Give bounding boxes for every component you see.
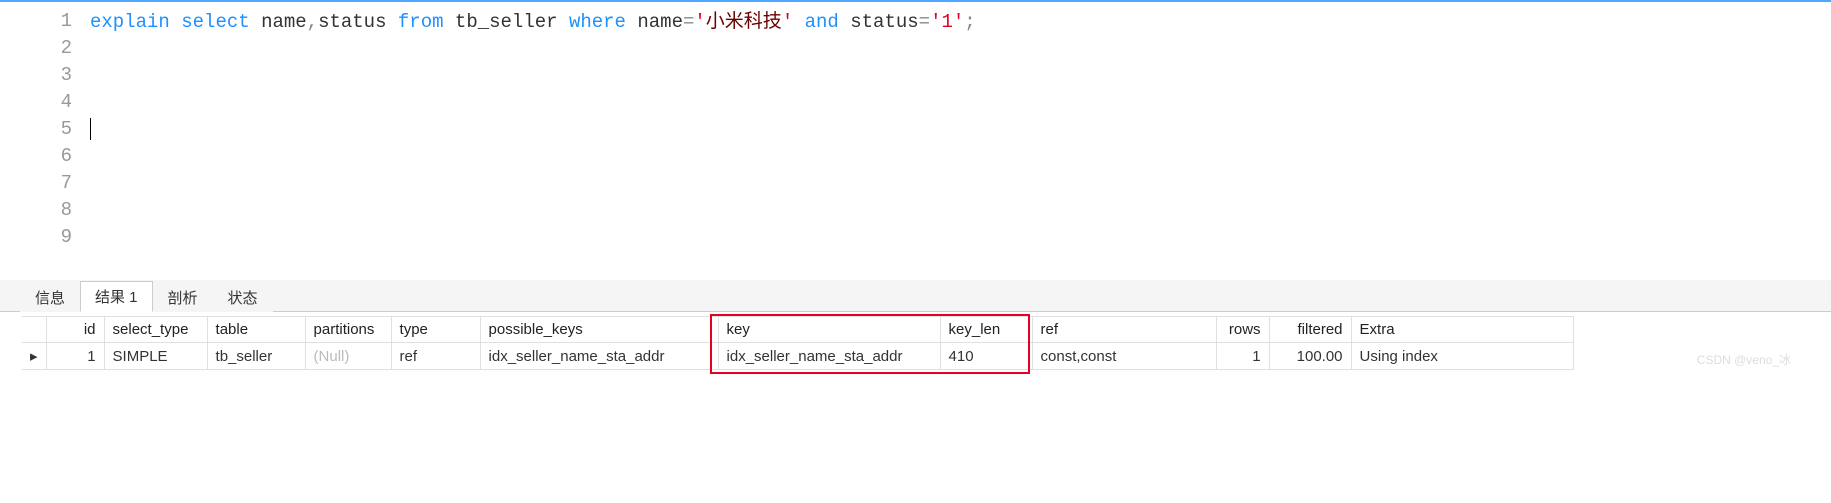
cell-rows[interactable]: 1 bbox=[1216, 343, 1269, 370]
line-number: 2 bbox=[0, 35, 90, 62]
col-ref[interactable]: ref bbox=[1032, 317, 1216, 343]
cell-select-type[interactable]: SIMPLE bbox=[104, 343, 207, 370]
tab-result-1[interactable]: 结果 1 bbox=[80, 281, 153, 312]
col-filtered[interactable]: filtered bbox=[1269, 317, 1351, 343]
tab-info[interactable]: 信息 bbox=[20, 282, 80, 312]
col-key-len[interactable]: key_len bbox=[940, 317, 1032, 343]
line-number: 6 bbox=[0, 143, 90, 170]
code-line-6[interactable]: 6 bbox=[0, 143, 1831, 170]
kw-where: where bbox=[569, 11, 626, 33]
table-row[interactable]: ▸ 1 SIMPLE tb_seller (Null) ref idx_sell… bbox=[22, 343, 1573, 370]
results-grid[interactable]: id select_type table partitions type pos… bbox=[0, 312, 1831, 370]
ident-status: status bbox=[318, 11, 386, 33]
col-select-type[interactable]: select_type bbox=[104, 317, 207, 343]
col-partitions[interactable]: partitions bbox=[305, 317, 391, 343]
result-tabs: 信息 结果 1 剖析 状态 bbox=[0, 280, 1831, 312]
cell-extra[interactable]: Using index bbox=[1351, 343, 1573, 370]
col-id[interactable]: id bbox=[46, 317, 104, 343]
col-type[interactable]: type bbox=[391, 317, 480, 343]
code-line-5[interactable]: 5 bbox=[0, 116, 1831, 143]
tab-profile[interactable]: 剖析 bbox=[153, 282, 213, 312]
string-literal: 1 bbox=[941, 11, 952, 33]
line-number: 1 bbox=[0, 8, 90, 35]
code-line-8[interactable]: 8 bbox=[0, 197, 1831, 224]
cell-key[interactable]: idx_seller_name_sta_addr bbox=[718, 343, 940, 370]
ident-name: name bbox=[261, 11, 307, 33]
code-line-2[interactable]: 2 bbox=[0, 35, 1831, 62]
table-header-row: id select_type table partitions type pos… bbox=[22, 317, 1573, 343]
cell-table[interactable]: tb_seller bbox=[207, 343, 305, 370]
line-number: 4 bbox=[0, 89, 90, 116]
row-marker-header bbox=[22, 317, 46, 343]
line-number: 3 bbox=[0, 62, 90, 89]
col-possible-keys[interactable]: possible_keys bbox=[480, 317, 718, 343]
cell-key-len[interactable]: 410 bbox=[940, 343, 1032, 370]
cell-ref[interactable]: const,const bbox=[1032, 343, 1216, 370]
col-table[interactable]: table bbox=[207, 317, 305, 343]
code-line-3[interactable]: 3 bbox=[0, 62, 1831, 89]
kw-explain: explain bbox=[90, 11, 170, 33]
tab-status[interactable]: 状态 bbox=[213, 282, 273, 312]
cell-filtered[interactable]: 100.00 bbox=[1269, 343, 1351, 370]
string-literal: 小米科技 bbox=[706, 11, 782, 32]
col-key[interactable]: key bbox=[718, 317, 940, 343]
code-line-9[interactable]: 9 bbox=[0, 224, 1831, 251]
kw-from: from bbox=[398, 11, 444, 33]
watermark-text: CSDN @veno_冰 bbox=[1697, 351, 1791, 368]
sql-text[interactable]: explain select name,status from tb_selle… bbox=[90, 8, 976, 35]
line-number: 7 bbox=[0, 170, 90, 197]
code-line-1[interactable]: 1 explain select name,status from tb_sel… bbox=[0, 8, 1831, 35]
code-line-7[interactable]: 7 bbox=[0, 170, 1831, 197]
cell-id[interactable]: 1 bbox=[46, 343, 104, 370]
cell-partitions[interactable]: (Null) bbox=[305, 343, 391, 370]
col-extra[interactable]: Extra bbox=[1351, 317, 1573, 343]
kw-and: and bbox=[805, 11, 839, 33]
sql-editor[interactable]: 1 explain select name,status from tb_sel… bbox=[0, 0, 1831, 280]
line-number: 8 bbox=[0, 197, 90, 224]
explain-result-table[interactable]: id select_type table partitions type pos… bbox=[22, 316, 1574, 370]
ident-table: tb_seller bbox=[455, 11, 558, 33]
row-marker-icon: ▸ bbox=[22, 343, 46, 370]
text-cursor-icon bbox=[90, 118, 91, 140]
cell-possible-keys[interactable]: idx_seller_name_sta_addr bbox=[480, 343, 718, 370]
col-rows[interactable]: rows bbox=[1216, 317, 1269, 343]
cell-type[interactable]: ref bbox=[391, 343, 480, 370]
line-number: 5 bbox=[0, 116, 90, 143]
code-line-4[interactable]: 4 bbox=[0, 89, 1831, 116]
kw-select: select bbox=[181, 11, 249, 33]
line-number: 9 bbox=[0, 224, 90, 251]
